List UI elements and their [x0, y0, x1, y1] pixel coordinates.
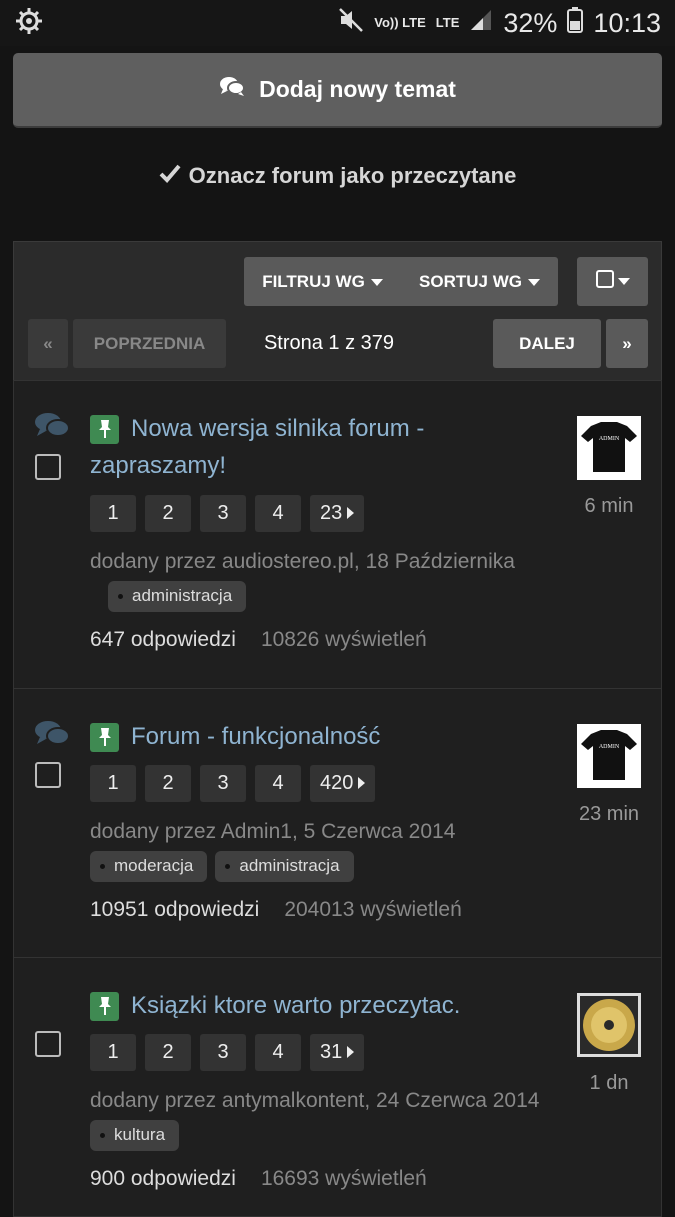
lte-indicator: LTE	[435, 15, 460, 30]
page-link[interactable]: 2	[145, 495, 191, 532]
page-number: 420	[320, 772, 354, 794]
topic-author-date: dodany przez Admin1, 5 Czerwca 2014	[90, 820, 456, 843]
avatar[interactable]: ADMIN	[577, 724, 641, 788]
page-link[interactable]: 2	[145, 1034, 191, 1071]
topic-title-text: Nowa wersja silnika forum - zapraszamy!	[90, 415, 425, 479]
page-number: 31	[320, 1041, 343, 1063]
topic-row[interactable]: Nowa wersja silnika forum - zapraszamy! …	[13, 380, 662, 689]
page-number: 23	[320, 502, 343, 524]
clock: 10:13	[593, 7, 661, 38]
filter-sort-group: FILTRUJ WG SORTUJ WG	[244, 257, 558, 306]
check-icon	[159, 163, 181, 189]
new-topic-button[interactable]: Dodaj nowy temat	[13, 53, 662, 128]
volte-indicator: Vo)) LTE	[374, 15, 426, 30]
page-link[interactable]: 3	[200, 495, 246, 532]
page-link[interactable]: 4	[255, 495, 301, 532]
topic-meta: dodany przez Admin1, 5 Czerwca 2014 mode…	[90, 815, 560, 883]
checkbox-icon	[595, 270, 614, 293]
view-count: 10826 wyświetleń	[260, 628, 427, 651]
reply-count: 10951 odpowiedzi	[90, 898, 260, 921]
page-link[interactable]: 2	[145, 765, 191, 802]
topic-pages: 1 2 3 4 420	[90, 765, 376, 802]
topic-stats: 900 odpowiedzi 16693 wyświetleń	[90, 1167, 427, 1191]
topic-author-date: dodany przez audiostereo.pl, 18 Paździer…	[90, 550, 515, 573]
previous-page-button[interactable]: POPRZEDNIA	[73, 319, 226, 368]
topic-pages: 1 2 3 4 31	[90, 1034, 365, 1071]
last-page-button[interactable]: »	[606, 319, 648, 368]
page-link[interactable]: 1	[90, 1034, 136, 1071]
select-all-button[interactable]	[577, 257, 648, 306]
filter-button[interactable]: FILTRUJ WG	[244, 257, 401, 306]
avatar-text: ADMIN	[599, 744, 620, 750]
mark-read-label: Oznacz forum jako przeczytane	[188, 162, 517, 188]
last-page-link[interactable]: 31	[310, 1034, 365, 1071]
page-indicator: Strona 1 z 379	[263, 332, 395, 354]
signal-icon	[469, 8, 493, 39]
battery-percent: 32%	[503, 7, 558, 38]
topic-meta: dodany przez antymalkontent, 24 Czerwca …	[90, 1084, 560, 1152]
topic-title-text: Ksiązki ktore warto przeczytac.	[131, 992, 461, 1019]
mark-read-link[interactable]: Oznacz forum jako przeczytane	[13, 128, 662, 223]
first-page-button[interactable]: «	[28, 319, 68, 368]
caret-down-icon	[617, 273, 630, 291]
topic-row[interactable]: Forum - funkcjonalność 1 2 3 4 420 dodan…	[13, 688, 662, 958]
view-count: 16693 wyświetleń	[260, 1167, 427, 1190]
caret-down-icon	[527, 272, 540, 292]
topic-stats: 10951 odpowiedzi 204013 wyświetleń	[90, 898, 462, 922]
caret-down-icon	[370, 272, 383, 292]
avatar[interactable]	[577, 993, 641, 1057]
topic-title[interactable]: Forum - funkcjonalność	[90, 718, 490, 755]
topic-meta: dodany przez audiostereo.pl, 18 Paździer…	[90, 545, 560, 613]
filter-label: FILTRUJ WG	[262, 271, 365, 291]
tag[interactable]: administracja	[215, 850, 354, 882]
page-link[interactable]: 1	[90, 495, 136, 532]
comments-icon	[34, 411, 70, 446]
topic-list-toolbar: FILTRUJ WG SORTUJ WG « POPRZEDNIA Strona…	[13, 241, 662, 381]
topic-pages: 1 2 3 4 23	[90, 495, 365, 532]
pin-icon	[90, 414, 119, 444]
mute-icon	[338, 7, 364, 40]
last-post-time[interactable]: 1 dn	[554, 1072, 664, 1095]
gear-icon	[14, 6, 44, 41]
last-page-link[interactable]: 420	[310, 765, 376, 802]
last-page-link[interactable]: 23	[310, 495, 365, 532]
topic-title-text: Forum - funkcjonalność	[131, 723, 381, 750]
last-post-time[interactable]: 6 min	[554, 495, 664, 518]
topic-checkbox[interactable]	[35, 762, 61, 788]
caret-right-icon	[358, 772, 366, 795]
topic-stats: 647 odpowiedzi 10826 wyświetleń	[90, 628, 427, 652]
avatar[interactable]: ADMIN	[577, 416, 641, 480]
topic-title[interactable]: Ksiązki ktore warto przeczytac.	[90, 987, 490, 1024]
sort-label: SORTUJ WG	[419, 271, 522, 291]
avatar-text: ADMIN	[599, 436, 620, 442]
comments-icon	[219, 76, 246, 104]
status-bar: Vo)) LTE LTE 32% 10:13	[0, 0, 675, 46]
topic-checkbox[interactable]	[35, 1031, 61, 1057]
caret-right-icon	[347, 502, 355, 525]
page-link[interactable]: 3	[200, 765, 246, 802]
reply-count: 900 odpowiedzi	[90, 1167, 236, 1190]
view-count: 204013 wyświetleń	[284, 898, 462, 921]
topic-title[interactable]: Nowa wersja silnika forum - zapraszamy!	[90, 410, 490, 484]
tag[interactable]: administracja	[108, 580, 247, 612]
pin-icon	[90, 722, 119, 752]
caret-right-icon	[347, 1041, 355, 1064]
new-topic-label: Dodaj nowy temat	[259, 76, 456, 102]
topic-author-date: dodany przez antymalkontent, 24 Czerwca …	[90, 1089, 540, 1112]
sort-button[interactable]: SORTUJ WG	[401, 257, 558, 306]
reply-count: 647 odpowiedzi	[90, 628, 236, 651]
next-page-button[interactable]: DALEJ	[493, 319, 601, 368]
pin-icon	[90, 991, 119, 1021]
tag[interactable]: moderacja	[90, 850, 208, 882]
last-post-time[interactable]: 23 min	[554, 803, 664, 826]
tag[interactable]: kultura	[90, 1119, 180, 1151]
page-link[interactable]: 1	[90, 765, 136, 802]
page-link[interactable]: 4	[255, 1034, 301, 1071]
topic-row[interactable]: Ksiązki ktore warto przeczytac. 1 2 3 4 …	[13, 957, 662, 1217]
topic-checkbox[interactable]	[35, 454, 61, 480]
page-link[interactable]: 3	[200, 1034, 246, 1071]
comments-icon	[34, 719, 70, 754]
page-link[interactable]: 4	[255, 765, 301, 802]
battery-icon	[567, 6, 584, 40]
